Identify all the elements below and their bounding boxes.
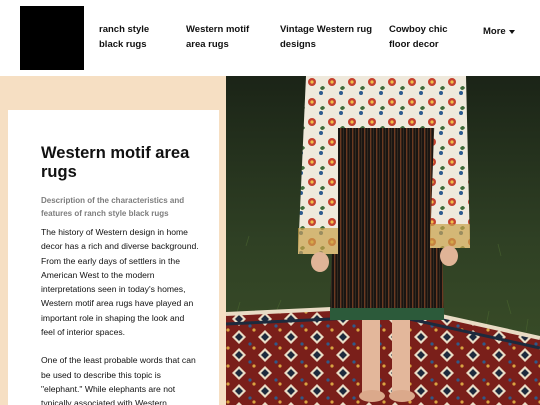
article-paragraph: The history of Western design in home de… <box>41 227 199 338</box>
site-logo[interactable] <box>20 6 84 70</box>
nav-item-cowboy-chic-floor-decor[interactable]: Cowboy chic floor decor <box>389 22 471 52</box>
hero-section: Western motif area rugs Description of t… <box>0 76 540 405</box>
site-header: ranch style black rugs Western motif are… <box>0 0 540 76</box>
article-paragraph: One of the least probable words that can… <box>41 355 196 405</box>
hero-photo <box>226 76 540 405</box>
nav-more-label: More <box>483 26 506 37</box>
chevron-down-icon <box>508 30 515 34</box>
nav-item-vintage-western-rug-designs[interactable]: Vintage Western rug designs <box>280 22 375 52</box>
article-subtitle: Description of the characteristics and f… <box>41 196 185 218</box>
article-title: Western motif area rugs <box>41 144 190 181</box>
nav-more-button[interactable]: More <box>483 24 515 39</box>
article-card: Western motif area rugs Description of t… <box>8 110 219 405</box>
nav-item-western-motif-area-rugs[interactable]: Western motif area rugs <box>186 22 266 52</box>
nav-item-ranch-style-black-rugs[interactable]: ranch style black rugs <box>99 22 169 52</box>
